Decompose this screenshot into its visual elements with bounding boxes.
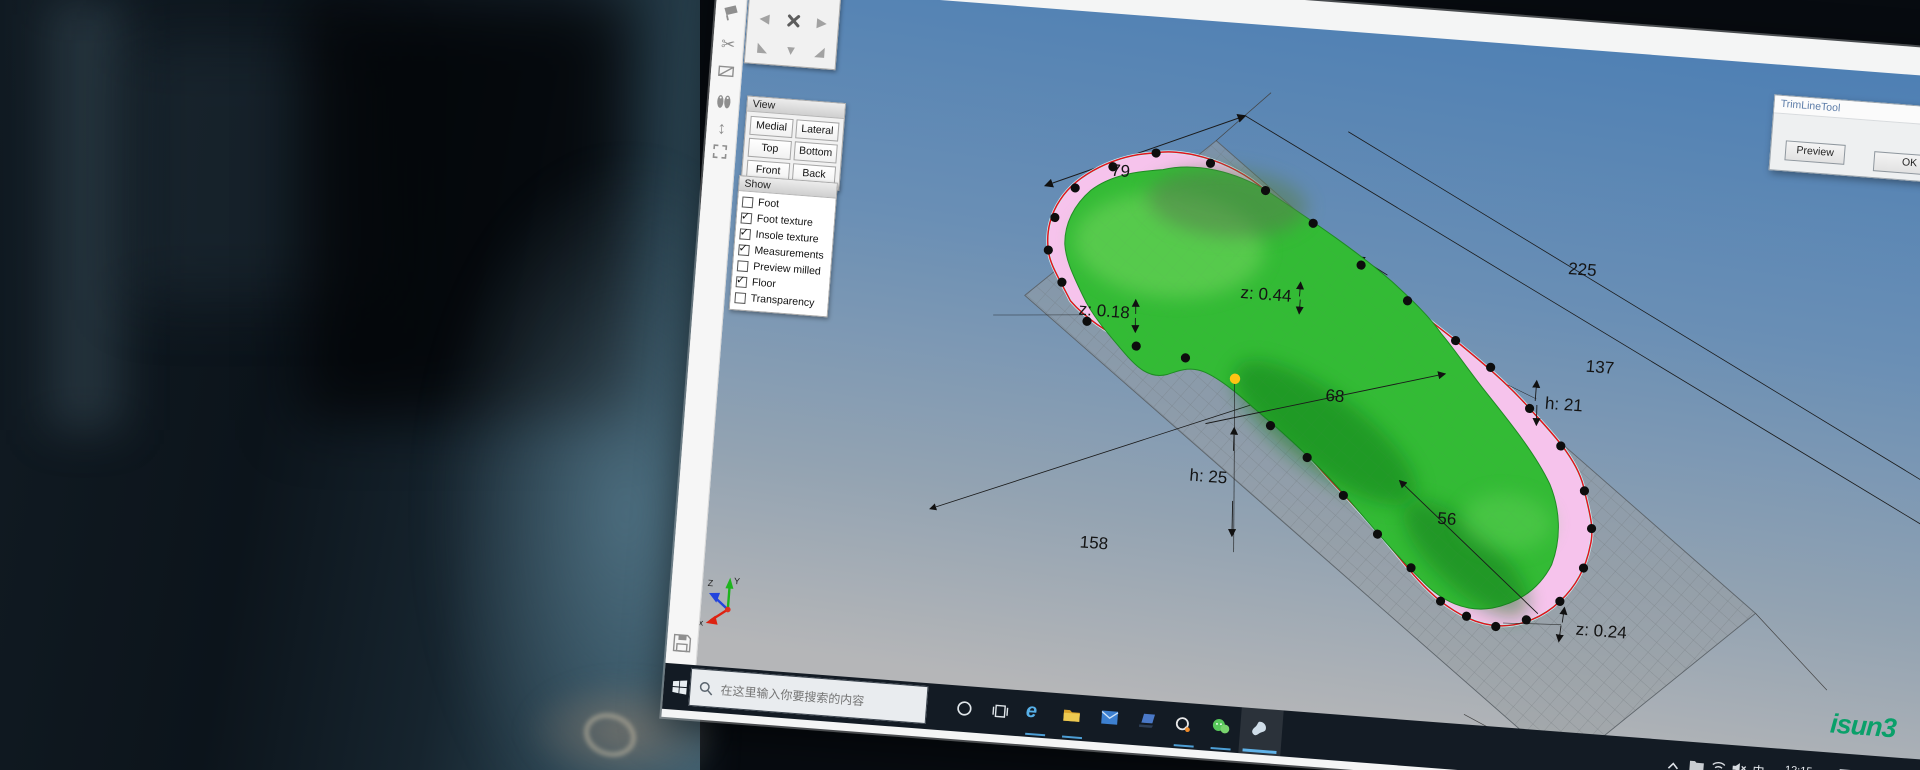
measurement-label: h: 25 [1189,466,1228,488]
axis-y-label: Y [734,576,741,586]
file-explorer-icon[interactable] [1062,707,1082,729]
wechat-icon[interactable] [1210,717,1232,741]
measurement-label: 137 [1585,357,1615,378]
vertical-resize-icon[interactable]: ↕ [710,117,734,141]
computer-icon[interactable] [1138,712,1158,734]
show-item-label: Foot [758,197,780,211]
view-top-button[interactable]: Top [748,138,792,160]
q-browser-icon[interactable] [1173,715,1193,739]
isun-watermark: isun3 [1829,708,1897,744]
photo-of-monitor: 79 225 z: 0.44 z: 0.18 137 h: 21 68 h: 2… [0,0,1920,770]
ime-indicator[interactable]: 中 [1752,762,1765,770]
measurement-label: 158 [1079,532,1109,553]
insoles-icon[interactable] [712,91,736,115]
volume-muted-icon[interactable] [1731,761,1748,770]
tilt-right-icon[interactable]: ◢ [804,37,835,68]
show-panel: Show Foot Foot texture Insole texture Me… [729,175,838,317]
measurement-label: h: 21 [1544,394,1583,416]
edge-icon[interactable]: e [1025,700,1038,724]
taskbar-clock[interactable]: 12:15 [1776,763,1821,770]
view-medial-button[interactable]: Medial [749,116,793,138]
show-item-label: Floor [752,276,777,290]
checkbox-icon[interactable] [738,244,750,256]
monitor-screen: 79 225 z: 0.44 z: 0.18 137 h: 21 68 h: 2… [661,0,1920,770]
measurement-label: z: 0.44 [1240,283,1292,306]
checkbox-icon[interactable] [739,228,751,240]
insole-app-icon [1250,721,1271,740]
checkbox-icon[interactable] [736,276,748,288]
preview-button[interactable]: Preview [1784,140,1845,165]
task-view-icon[interactable] [991,703,1009,724]
mail-icon[interactable] [1100,709,1119,730]
open-app-underline [1062,735,1082,739]
expand-icon[interactable] [708,141,732,165]
tools-icon[interactable] [778,5,809,36]
clip-plane-icon[interactable] [714,61,738,85]
wifi-icon[interactable] [1710,759,1727,770]
background-light-band [48,0,122,430]
start-icon[interactable] [671,678,689,700]
pan-left-icon[interactable]: ◀ [749,3,780,34]
search-icon [698,681,714,697]
active-app-underline [1242,748,1276,754]
measurement-label: z: 0.24 [1575,620,1627,643]
insole-app-tile[interactable] [1238,707,1283,756]
tilt-left-icon[interactable]: ◣ [747,32,778,63]
checkbox-icon[interactable] [737,260,749,272]
measurement-label: 68 [1325,386,1345,406]
open-app-underline [1025,732,1045,736]
ok-button[interactable]: OK [1873,151,1920,176]
open-app-underline [1211,746,1231,750]
pan-down-icon[interactable]: ▼ [775,34,806,65]
view-bottom-button[interactable]: Bottom [793,141,837,163]
axis-z-label: Z [707,578,714,588]
measurement-label: 79 [1110,161,1130,181]
measurement-label: 225 [1568,259,1598,280]
scissors-icon[interactable]: ✂ [716,33,740,57]
view-lateral-button[interactable]: Lateral [795,119,839,141]
open-app-underline [1174,744,1194,748]
axis-gizmo: Z Y x [698,573,740,630]
measurement-label: z: 0.18 [1078,300,1130,323]
pan-right-icon[interactable]: ▶ [806,7,837,38]
checkbox-icon[interactable] [742,196,754,208]
cortana-icon[interactable] [955,699,974,722]
measurement-label: 56 [1437,509,1457,529]
3d-viewport[interactable]: 79 225 z: 0.44 z: 0.18 137 h: 21 68 h: 2… [695,0,1920,767]
checkbox-icon[interactable] [741,212,753,224]
show-item-label: Transparency [750,292,815,309]
checkbox-icon[interactable] [734,292,746,304]
save-icon[interactable] [670,631,694,655]
tag-icon[interactable] [719,1,743,25]
pan-rotate-panel: ↺ ▲ ↻ ◀ ▶ ◣ ▼ ◢ [744,0,849,70]
tray-folder-icon[interactable] [1688,759,1705,770]
tray-overflow-chevron-icon[interactable] [1666,757,1680,770]
insole-3d-scene: 79 225 z: 0.44 z: 0.18 137 h: 21 68 h: 2… [695,0,1920,767]
